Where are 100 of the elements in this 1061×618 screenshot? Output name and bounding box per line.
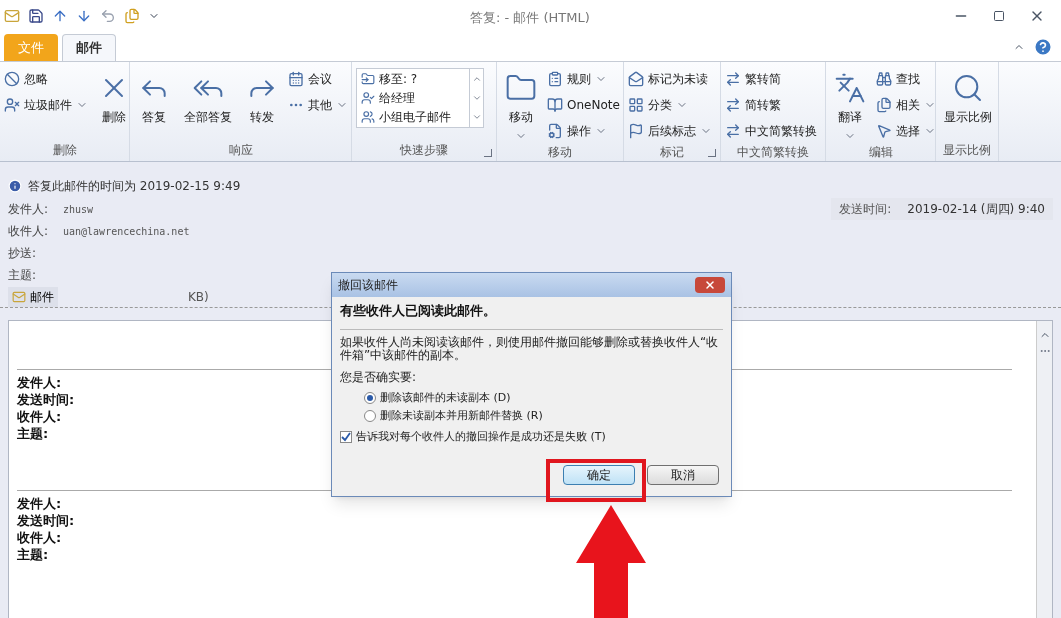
ribbon-icon — [876, 97, 892, 113]
ribbon-small-button[interactable]: 中文简繁转换 — [725, 120, 817, 142]
undo-icon[interactable] — [100, 8, 116, 24]
attachment-size: KB) — [188, 288, 209, 306]
quick-step-item[interactable]: 小组电子邮件 — [357, 107, 469, 126]
sent-value: 2019-02-14 (周四) 9:40 — [907, 201, 1045, 218]
ribbon-small-button[interactable]: 简转繁 — [725, 94, 817, 116]
dialog-heading: 有些收件人已阅读此邮件。 — [340, 301, 723, 330]
quoted-header-label: 主题: — [17, 425, 49, 442]
header-value: zhusw — [63, 202, 94, 217]
ribbon-icon — [725, 123, 741, 139]
radio-button[interactable] — [364, 391, 376, 404]
ribbon-icon — [952, 72, 984, 104]
quoted-header-label: 发送时间: — [17, 512, 75, 529]
ribbon-group-label: 标记 — [660, 143, 684, 161]
ribbon-group-label: 编辑 — [868, 143, 893, 161]
help-icon[interactable] — [1033, 37, 1053, 57]
ribbon-small-button[interactable]: 会议 — [288, 68, 348, 90]
ribbon-icon — [876, 71, 892, 87]
ribbon-small-button[interactable]: 相关 — [876, 94, 936, 116]
ribbon-group-label: 移动 — [548, 143, 572, 161]
ribbon-group-label: 删除 — [52, 142, 77, 159]
ribbon-small-button[interactable]: 标记为未读 — [628, 68, 712, 90]
ribbon-large-button[interactable]: 答复 — [134, 68, 174, 139]
ribbon-icon — [4, 97, 20, 113]
header-label: 主题: — [8, 267, 38, 284]
quoted-header-label: 收件人: — [17, 529, 62, 546]
ribbon-small-button[interactable]: 后续标志 — [628, 120, 712, 142]
header-label: 抄送: — [8, 245, 38, 262]
ribbon-group-label: 显示比例 — [943, 142, 991, 159]
ribbon-icon — [725, 97, 741, 113]
dialog-title: 撤回该邮件 — [338, 277, 398, 294]
sent-label: 发送时间: — [839, 201, 892, 218]
ribbon-large-button[interactable]: 移动 — [501, 68, 541, 142]
dialog-button[interactable]: 确定 — [563, 465, 635, 485]
scrollbar[interactable] — [1036, 321, 1052, 618]
header-label: 收件人: — [8, 223, 50, 240]
ribbon-small-button[interactable]: 查找 — [876, 68, 936, 90]
ribbon-group-label: 快速步骤 — [400, 142, 448, 159]
quick-step-icon — [361, 90, 375, 105]
gallery-scrollbar[interactable] — [469, 69, 483, 127]
info-icon — [8, 179, 22, 193]
dialog-button[interactable]: 取消 — [647, 465, 719, 485]
dialog-launcher-icon[interactable] — [484, 149, 492, 157]
ribbon-small-button[interactable]: 其他 — [288, 94, 348, 116]
notify-checkbox-row[interactable]: 告诉我对每个收件人的撤回操作是成功还是失败 (T) — [340, 428, 723, 445]
window-title: 答复: - 邮件 (HTML) — [470, 9, 590, 27]
quoted-header-label: 收件人: — [17, 408, 62, 425]
ribbon-icon — [628, 97, 644, 113]
ribbon-large-button[interactable]: 转发 — [242, 68, 282, 139]
ribbon-tab[interactable]: 邮件 — [62, 34, 116, 61]
ribbon-icon — [4, 71, 20, 87]
save-icon[interactable] — [28, 8, 44, 24]
ribbon-group-label: 响应 — [228, 142, 253, 159]
ribbon-icon — [834, 72, 866, 104]
checkbox[interactable] — [340, 430, 352, 443]
ribbon-large-button[interactable]: 全部答复 — [180, 68, 236, 139]
radio-option[interactable]: 删除未读副本并用新邮件替换 (R) — [364, 408, 723, 425]
ribbon-small-button[interactable]: 繁转简 — [725, 68, 817, 90]
ribbon-icon — [725, 71, 741, 87]
ribbon-icon — [876, 123, 892, 139]
quick-step-item[interactable]: 移至: ? — [357, 69, 469, 88]
ribbon-icon — [547, 123, 563, 139]
mail-icon — [4, 8, 20, 24]
ribbon-large-button[interactable]: 删除 — [94, 68, 134, 139]
quoted-header-label: 主题: — [17, 546, 49, 563]
dialog-close-button[interactable] — [695, 277, 725, 293]
scroll-down-icon — [471, 93, 482, 103]
ribbon-small-button[interactable]: 忽略 — [4, 68, 88, 90]
ribbon-small-button[interactable]: 选择 — [876, 120, 936, 142]
quick-step-icon — [361, 71, 375, 86]
ribbon-group-label: 中文简繁转换 — [737, 143, 809, 161]
dialog-description: 如果收件人尚未阅读该邮件，则使用邮件撤回能够删除或替换收件人“收件箱”中该邮件的副本。 — [340, 335, 720, 362]
quoted-header-label: 发件人: — [17, 374, 62, 391]
ribbon-icon — [288, 71, 304, 87]
header-value: uan@lawrencechina.net — [63, 224, 190, 239]
ribbon-large-button[interactable]: 翻译 — [830, 68, 870, 142]
ribbon-icon — [547, 97, 563, 113]
ribbon-small-button[interactable]: 垃圾邮件 — [4, 94, 88, 116]
quoted-header-label: 发送时间: — [17, 391, 75, 408]
quick-step-item[interactable]: 给经理 — [357, 88, 469, 107]
ribbon-icon — [628, 123, 644, 139]
ribbon-small-button[interactable]: 规则 — [547, 68, 620, 90]
ribbon-large-button[interactable]: 显示比例 — [940, 68, 996, 139]
radio-button[interactable] — [364, 410, 376, 423]
ribbon-small-button[interactable]: 操作 — [547, 120, 620, 142]
ribbon-small-button[interactable]: OneNote — [547, 94, 620, 116]
window-icon[interactable] — [124, 8, 140, 24]
maximize-icon[interactable] — [993, 10, 1005, 22]
quick-step-icon — [361, 109, 375, 124]
quoted-header-label: 发件人: — [17, 495, 62, 512]
ribbon-icon — [547, 71, 563, 87]
close-icon — [704, 279, 716, 291]
dialog-question: 您是否确实要: — [340, 368, 418, 386]
header-label: 发件人: — [8, 201, 50, 218]
ribbon-small-button[interactable]: 分类 — [628, 94, 712, 116]
radio-option[interactable]: 删除该邮件的未读副本 (D) — [364, 389, 723, 406]
message-tab[interactable]: 邮件 — [8, 286, 58, 307]
info-text: 答复此邮件的时间为 2019-02-15 9:49 — [28, 178, 241, 195]
dialog-launcher-icon[interactable] — [708, 149, 716, 157]
